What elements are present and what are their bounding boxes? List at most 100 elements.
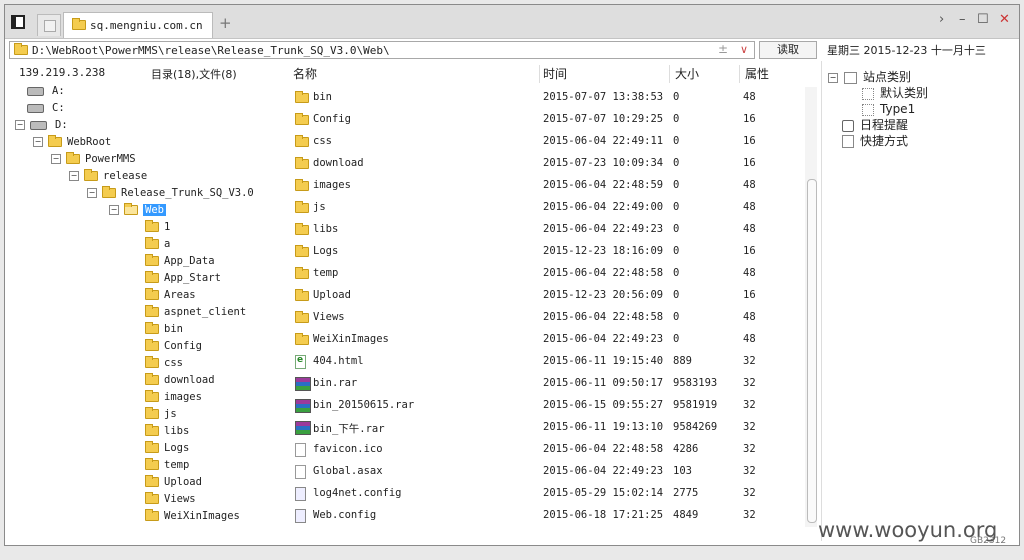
category-node[interactable]: 日程提醒 xyxy=(842,117,908,133)
file-row[interactable]: Upload 2015-12-23 20:56:09 0 16 xyxy=(291,285,811,307)
tree-node[interactable]: bin xyxy=(145,321,183,337)
column-header-size[interactable]: 大小 xyxy=(675,65,699,83)
tree-node[interactable]: aspnet_client xyxy=(145,304,246,320)
file-row[interactable]: bin.rar 2015-06-11 09:50:17 9583193 32 xyxy=(291,373,811,395)
tree-node-label: WeiXinImages xyxy=(164,510,240,522)
chevron-down-icon[interactable]: ∨ xyxy=(740,43,748,56)
category-node[interactable]: − 站点类别 xyxy=(828,69,911,85)
tree-node[interactable]: App_Data xyxy=(145,253,215,269)
server-ip: 139.219.3.238 xyxy=(19,66,106,79)
tree-node-label: bin xyxy=(164,323,183,335)
tree-node[interactable]: Areas xyxy=(145,287,196,303)
tree-node[interactable]: Views xyxy=(145,491,196,507)
tree-node[interactable]: App_Start xyxy=(145,270,221,286)
file-row[interactable]: Global.asax 2015-06-04 22:49:23 103 32 xyxy=(291,461,811,483)
tab-blank[interactable] xyxy=(37,14,61,36)
read-button[interactable]: 读取 xyxy=(759,41,817,59)
folder-icon xyxy=(145,220,159,232)
tree-node[interactable]: Logs xyxy=(145,440,189,456)
rar-archive-icon xyxy=(295,399,311,416)
checkbox-icon[interactable] xyxy=(862,87,874,100)
tree-node[interactable]: images xyxy=(145,389,202,405)
tree-node[interactable]: A: xyxy=(27,83,65,99)
scrollbar[interactable] xyxy=(805,87,817,527)
folder-icon xyxy=(145,356,159,368)
file-row[interactable]: temp 2015-06-04 22:48:58 0 48 xyxy=(291,263,811,285)
new-tab-button[interactable]: + xyxy=(219,14,232,32)
file-row[interactable]: 404.html 2015-06-11 19:15:40 889 32 xyxy=(291,351,811,373)
tree-node[interactable]: − Release_Trunk_SQ_V3.0 xyxy=(87,185,254,201)
tree-node[interactable]: WeiXinImages xyxy=(145,508,240,524)
file-size: 0 xyxy=(673,201,680,213)
category-node[interactable]: Type1 xyxy=(862,101,915,117)
file-row[interactable]: bin_下午.rar 2015-06-11 19:13:10 9584269 32 xyxy=(291,417,811,439)
collapse-icon[interactable]: − xyxy=(69,171,79,181)
collapse-icon[interactable]: − xyxy=(109,205,119,215)
tab-site[interactable]: sq.mengniu.com.cn xyxy=(63,12,213,38)
column-header-time[interactable]: 时间 xyxy=(543,65,567,83)
file-row[interactable]: images 2015-06-04 22:48:59 0 48 xyxy=(291,175,811,197)
tree-node[interactable]: temp xyxy=(145,457,189,473)
tab-label: sq.mengniu.com.cn xyxy=(90,19,203,32)
file-name: libs xyxy=(313,223,339,235)
column-divider[interactable] xyxy=(739,65,740,83)
scrollbar-thumb[interactable] xyxy=(807,179,817,523)
maximize-button[interactable]: ☐ xyxy=(977,12,989,27)
category-node[interactable]: 快捷方式 xyxy=(842,133,908,149)
chevron-right-icon[interactable]: › xyxy=(939,12,944,27)
tree-node[interactable]: Upload xyxy=(145,474,202,490)
tree-node[interactable]: C: xyxy=(27,100,65,116)
file-row[interactable]: log4net.config 2015-05-29 15:02:14 2775 32 xyxy=(291,483,811,505)
file-row[interactable]: WeiXinImages 2015-06-04 22:49:23 0 48 xyxy=(291,329,811,351)
file-row[interactable]: Logs 2015-12-23 18:16:09 0 16 xyxy=(291,241,811,263)
app-menu-icon[interactable] xyxy=(11,15,25,29)
tree-node[interactable]: Config xyxy=(145,338,202,354)
file-row[interactable]: Views 2015-06-04 22:48:58 0 48 xyxy=(291,307,811,329)
file-row[interactable]: bin_20150615.rar 2015-06-15 09:55:27 95819… xyxy=(291,395,811,417)
category-node[interactable]: 默认类别 xyxy=(862,85,928,101)
minimize-button[interactable]: – xyxy=(959,12,966,27)
close-button[interactable]: ✕ xyxy=(999,12,1010,27)
tree-node[interactable]: download xyxy=(145,372,215,388)
column-header-name[interactable]: 名称 xyxy=(293,65,317,83)
site-category-panel: − 站点类别 默认类别 Type1 日程提醒 快捷方式 xyxy=(821,61,1019,541)
drive-icon xyxy=(27,86,44,96)
collapse-icon[interactable]: − xyxy=(15,120,25,130)
plus-minus-icon[interactable]: ± xyxy=(718,42,728,56)
address-bar[interactable]: D:\WebRoot\PowerMMS\release\Release_Trun… xyxy=(9,41,755,59)
collapse-icon[interactable]: − xyxy=(51,154,61,164)
column-header-attr[interactable]: 属性 xyxy=(745,65,769,83)
file-row[interactable]: css 2015-06-04 22:49:11 0 16 xyxy=(291,131,811,153)
tree-node[interactable]: − WebRoot xyxy=(33,134,111,150)
tree-node[interactable]: 1 xyxy=(145,219,170,235)
tree-node-label: js xyxy=(164,408,177,420)
tree-node[interactable]: js xyxy=(145,406,177,422)
tree-node[interactable]: a xyxy=(145,236,170,252)
column-divider[interactable] xyxy=(669,65,670,83)
file-row[interactable]: favicon.ico 2015-06-04 22:48:58 4286 32 xyxy=(291,439,811,461)
collapse-icon[interactable]: − xyxy=(828,72,838,83)
tree-node[interactable]: − release xyxy=(69,168,147,184)
tree-node-label: Logs xyxy=(164,442,190,454)
collapse-icon[interactable]: − xyxy=(87,188,97,198)
file-time: 2015-06-04 22:49:23 xyxy=(543,333,664,345)
file-time: 2015-06-04 22:48:58 xyxy=(543,311,664,323)
tree-node[interactable]: − Web xyxy=(109,202,166,218)
tree-node-label: temp xyxy=(164,459,190,471)
file-row[interactable]: download 2015-07-23 10:09:34 0 16 xyxy=(291,153,811,175)
tree-node[interactable]: css xyxy=(145,355,183,371)
checkbox-icon[interactable] xyxy=(862,103,874,116)
folder-icon xyxy=(295,113,309,126)
tree-node[interactable]: − D: xyxy=(15,117,68,133)
column-divider[interactable] xyxy=(539,65,540,83)
file-row[interactable]: Config 2015-07-07 10:29:25 0 16 xyxy=(291,109,811,131)
file-row[interactable]: bin 2015-07-07 13:38:53 0 48 xyxy=(291,87,811,109)
address-path[interactable]: D:\WebRoot\PowerMMS\release\Release_Trun… xyxy=(32,44,390,57)
tree-node[interactable]: libs xyxy=(145,423,189,439)
collapse-icon[interactable]: − xyxy=(33,137,43,147)
file-row[interactable]: Web.config 2015-06-18 17:21:25 4849 32 xyxy=(291,505,811,527)
tree-node[interactable]: − PowerMMS xyxy=(51,151,136,167)
file-row[interactable]: js 2015-06-04 22:49:00 0 48 xyxy=(291,197,811,219)
file-size: 0 xyxy=(673,289,680,301)
file-row[interactable]: libs 2015-06-04 22:49:23 0 48 xyxy=(291,219,811,241)
